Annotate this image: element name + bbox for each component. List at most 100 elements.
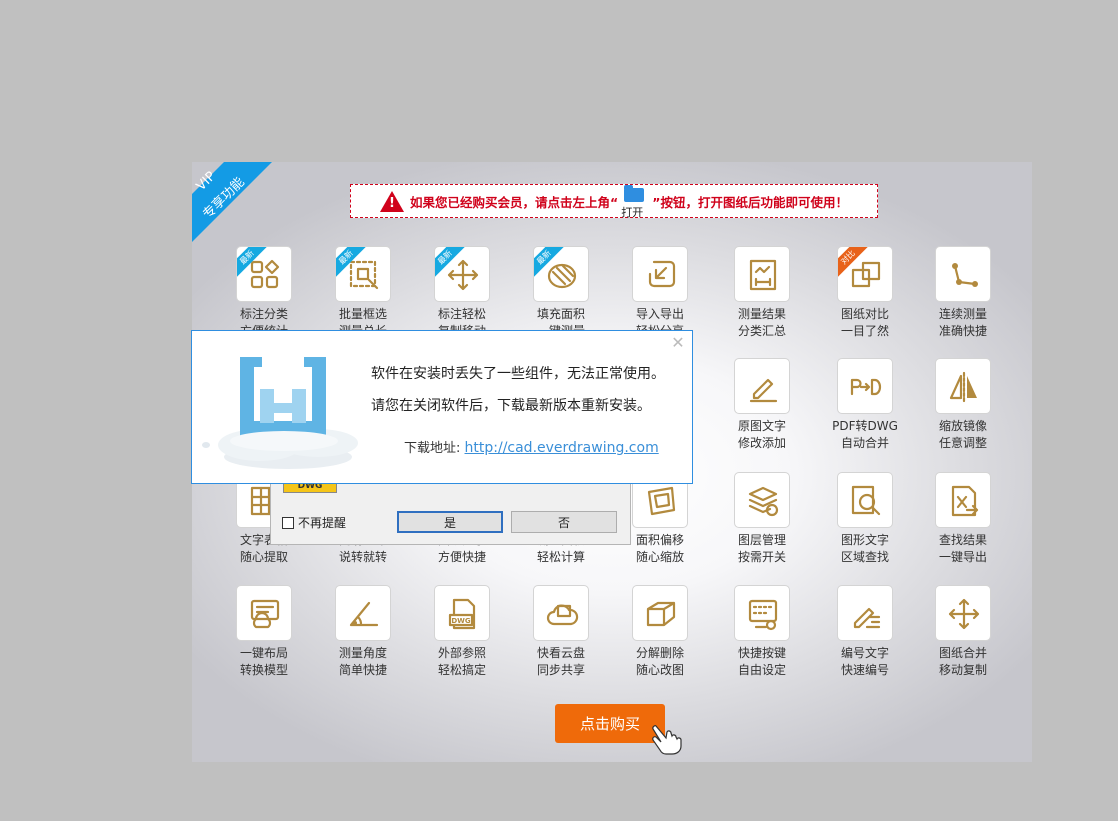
feature-label-line2: 同步共享	[536, 663, 585, 677]
feature-tile[interactable]	[734, 246, 790, 302]
feature-label: 快捷按键 自由设定	[712, 645, 812, 679]
no-remind-checkbox[interactable]: 不再提醒	[282, 514, 346, 531]
error-message-line1: 软件在安装时丢失了一些组件，无法正常使用。	[371, 366, 665, 382]
import-export-icon	[648, 260, 676, 288]
feature-tile[interactable]	[935, 246, 991, 302]
feature-tile[interactable]	[632, 246, 688, 302]
close-icon[interactable]: ✕	[670, 335, 686, 351]
feature-tile[interactable]	[935, 472, 991, 528]
feature-label: 测量角度 简单快捷	[313, 645, 413, 679]
area-offset-icon	[647, 486, 676, 516]
feature-label-line2: 自动合并	[840, 436, 889, 450]
layers-icon	[748, 486, 779, 517]
feature-label-line2: 轻松计算	[536, 550, 585, 564]
feature-label-line1: PDF转DWG	[832, 419, 898, 433]
notice-text-after: ”按钮，打开图纸后功能即可使用！	[652, 194, 848, 210]
feature-label-line2: 按需开关	[737, 550, 786, 564]
feature-label-line1: 测量结果	[737, 307, 786, 321]
feature-label-line2: 准确快捷	[938, 324, 987, 338]
feature-label-line2: 方便快捷	[437, 550, 486, 564]
feature-label-line1: 测量角度	[338, 646, 387, 660]
feature-tile[interactable]	[734, 358, 790, 414]
pdf-to-dwg-icon	[850, 378, 882, 396]
warning-icon: !	[380, 190, 405, 212]
no-remind-label: 不再提醒	[298, 516, 347, 530]
feature-label-line1: 缩放镜像	[938, 419, 987, 433]
folder-open-icon	[624, 185, 645, 202]
feature-label-line1: 分解删除	[635, 646, 684, 660]
error-dialog: ✕ 软件在安装时丢失了一些组件，无法正常使用。 请您在关闭软件后，下载最新版本重…	[191, 330, 693, 484]
move-icon	[447, 259, 479, 291]
feature-label-line1: 批量框选	[338, 307, 387, 321]
feature-label: 缩放镜像 任意调整	[913, 418, 1013, 452]
feature-label-line1: 填充面积	[536, 307, 585, 321]
feature-label-line1: 编号文字	[840, 646, 889, 660]
feature-tile[interactable]	[837, 472, 893, 528]
cloud-sync-icon	[546, 604, 579, 626]
feature-label: 图纸合并 移动复制	[913, 645, 1013, 679]
feature-tile[interactable]	[236, 585, 292, 641]
feature-label-line2: 快速编号	[840, 663, 889, 677]
find-text-icon	[851, 485, 881, 516]
select-box-icon	[349, 260, 379, 290]
feature-label: 外部参照 轻松搞定	[412, 645, 512, 679]
compare-icon	[851, 261, 881, 288]
svg-text:DWG: DWG	[451, 617, 471, 625]
feature-tile[interactable]: 最新	[236, 246, 292, 302]
feature-label: 一键布局 转换模型	[214, 645, 314, 679]
feature-label-line1: 图层管理	[737, 533, 786, 547]
feature-tile[interactable]	[734, 585, 790, 641]
feature-tile[interactable]: DWG	[434, 585, 490, 641]
checkbox-box[interactable]	[282, 516, 294, 529]
feature-tile[interactable]	[837, 358, 893, 414]
explode-icon	[646, 601, 676, 627]
polyline-icon	[952, 263, 978, 287]
buy-button[interactable]: 点击购买	[555, 704, 665, 743]
feature-tile[interactable]	[734, 472, 790, 528]
pointer-hand-icon	[652, 725, 682, 755]
feature-label-line2: 分类汇总	[737, 324, 786, 338]
feature-tile[interactable]	[935, 358, 991, 414]
feature-tile[interactable]	[533, 585, 589, 641]
feature-label: 原图文字 修改添加	[712, 418, 812, 452]
download-row: 下载地址: http://cad.everdrawing.com	[404, 437, 659, 456]
feature-tile[interactable]: 对比	[837, 246, 893, 302]
feature-tile[interactable]: 最新	[335, 246, 391, 302]
feature-label: 连续测量 准确快捷	[913, 306, 1013, 340]
feature-label-line1: 外部参照	[437, 646, 486, 660]
feature-label: 图形文字 区域查找	[815, 532, 915, 566]
app-logo-icon	[202, 357, 358, 469]
feature-tile[interactable]	[935, 585, 991, 641]
xref-icon: DWG	[448, 598, 476, 630]
open-label: 打开	[621, 206, 644, 219]
feature-label-line1: 图纸合并	[938, 646, 987, 660]
feature-tile[interactable]	[632, 585, 688, 641]
feature-label: 分解删除 随心改图	[610, 645, 710, 679]
feature-label-line2: 一目了然	[840, 324, 889, 338]
yes-button[interactable]: 是	[397, 511, 503, 533]
feature-tile[interactable]	[837, 585, 893, 641]
member-notice: ! 如果您已经购买会员，请点击左上角“ 打开 ”按钮，打开图纸后功能即可使用！	[350, 184, 878, 219]
feature-label-line1: 快看云盘	[536, 646, 585, 660]
open-button-hint: 打开	[620, 185, 650, 219]
feature-label-line2: 移动复制	[938, 663, 987, 677]
download-label: 下载地址:	[404, 441, 465, 456]
feature-tile[interactable]: 最新	[533, 246, 589, 302]
confirm-dialog: DWG 不再提醒 是 否	[270, 481, 631, 545]
download-link[interactable]: http://cad.everdrawing.com	[465, 440, 659, 456]
feature-label-line2: 一键导出	[938, 550, 987, 564]
feature-label: 测量结果 分类汇总	[712, 306, 812, 340]
feature-label: 图层管理 按需开关	[712, 532, 812, 566]
feature-label-line1: 连续测量	[938, 307, 987, 321]
feature-label: 查找结果 一键导出	[913, 532, 1013, 566]
feature-label-line2: 任意调整	[938, 436, 987, 450]
angle-icon	[349, 601, 379, 627]
feature-label-line1: 标注分类	[239, 307, 288, 321]
feature-label-line1: 快捷按键	[737, 646, 786, 660]
feature-tile[interactable]	[335, 585, 391, 641]
feature-label-line2: 修改添加	[737, 436, 786, 450]
feature-label-line2: 轻松搞定	[437, 663, 486, 677]
feature-tile[interactable]: 最新	[434, 246, 490, 302]
numbering-icon	[853, 607, 881, 629]
no-button[interactable]: 否	[511, 511, 617, 533]
